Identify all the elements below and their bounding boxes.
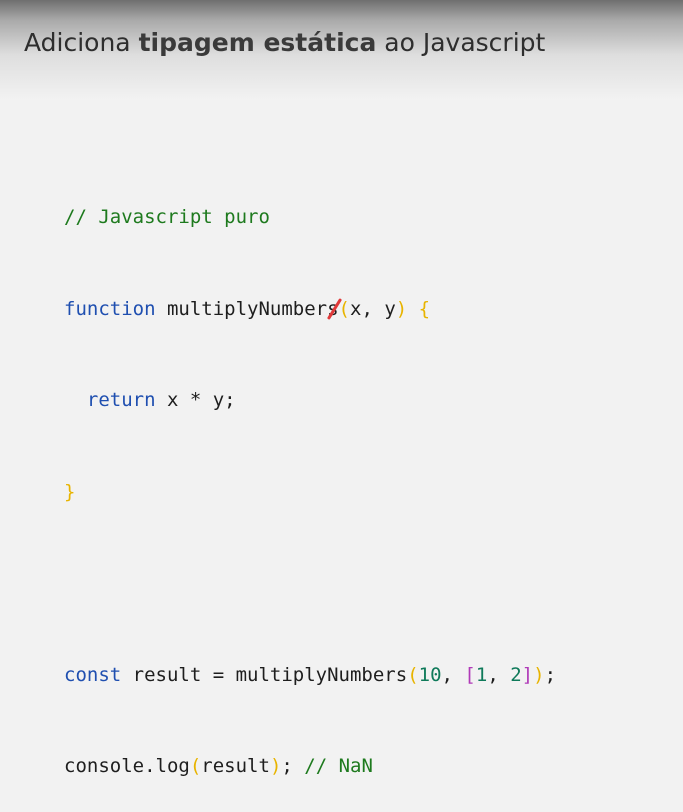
- code-block: // Javascript puro function multiplyNumb…: [64, 141, 556, 812]
- code-line-7: console.log(result); // NaN: [64, 751, 556, 782]
- code-line-3: return x * y;: [64, 385, 556, 416]
- code-line-2: function multiplyNumbers(x, y) {: [64, 294, 556, 325]
- code-params: x, y: [350, 297, 396, 320]
- code-number: 2: [510, 663, 522, 686]
- code-comma: ,: [441, 663, 465, 686]
- code-keyword: const: [64, 663, 122, 686]
- title-part-2: ao Javascript: [376, 28, 546, 57]
- code-paren: ): [533, 663, 545, 686]
- code-expression: x * y;: [155, 389, 236, 411]
- code-brace: }: [64, 480, 76, 503]
- code-call: console.log: [64, 755, 190, 777]
- code-keyword: return: [86, 389, 156, 411]
- code-paren: ): [395, 297, 408, 320]
- code-number: 10: [418, 663, 442, 686]
- code-semicolon: ;: [544, 663, 557, 686]
- code-function-name: multiplyNumbers: [155, 297, 339, 320]
- title-part-1: Adiciona: [24, 28, 139, 57]
- code-brace: {: [407, 297, 431, 320]
- code-line-4: }: [64, 477, 556, 508]
- code-paren: (: [407, 663, 419, 686]
- slide-title: Adiciona tipagem estática ao Javascript: [24, 28, 545, 57]
- code-line-1: // Javascript puro: [64, 202, 556, 233]
- code-line-5-blank: [64, 568, 556, 599]
- code-argument: result: [201, 755, 270, 777]
- code-paren: ): [269, 755, 282, 777]
- code-comment: // Javascript puro: [64, 206, 270, 228]
- code-bracket: ]: [521, 663, 534, 686]
- title-bold: tipagem estática: [138, 28, 377, 57]
- code-line-6: const result = multiplyNumbers(10, [1, 2…: [64, 660, 556, 691]
- code-paren: (: [189, 755, 202, 777]
- code-bracket: [: [464, 663, 476, 686]
- code-text: result = multiplyNumbers: [121, 663, 408, 686]
- code-semicolon: ;: [281, 755, 305, 777]
- code-comma: ,: [487, 663, 511, 686]
- code-comment: // NaN: [304, 755, 373, 777]
- code-keyword: function: [64, 297, 156, 320]
- code-number: 1: [475, 663, 488, 686]
